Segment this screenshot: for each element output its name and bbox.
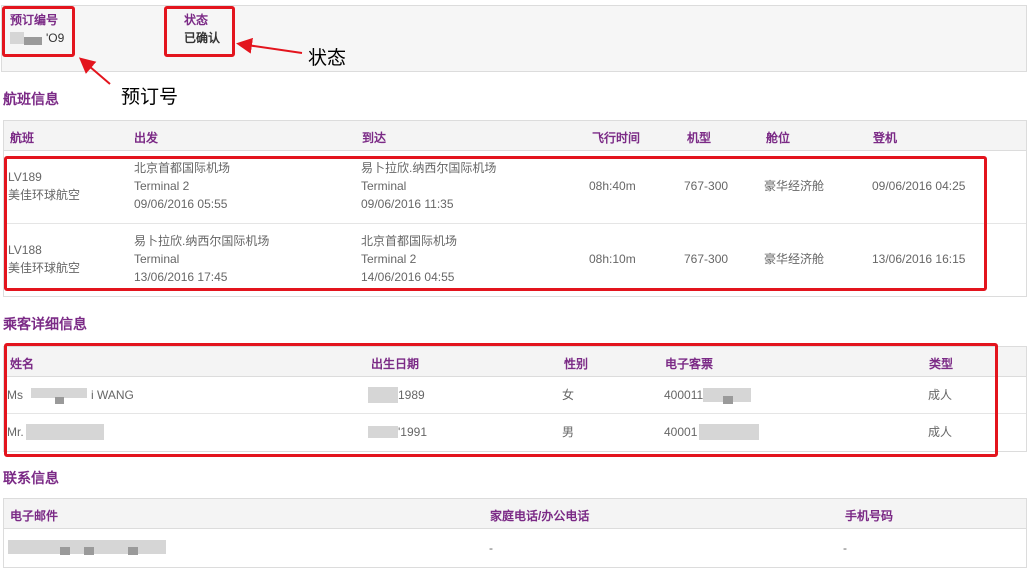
passenger-type: 成人 <box>928 388 953 402</box>
aircraft-type: 767-300 <box>684 179 729 193</box>
aircraft-type: 767-300 <box>684 252 729 266</box>
redacted-block <box>368 387 398 403</box>
arrival-airport: 易卜拉欣.纳西尔国际机场 <box>361 161 497 175</box>
booking-ref-block: 预订编号 'O9 <box>10 12 64 48</box>
ref-annotation: 预订号 <box>121 86 179 108</box>
redacted-ticket <box>703 386 753 404</box>
ticket-value: 40001 <box>664 425 698 439</box>
passenger-row: Ms i WANG 1989 女 400011 成人 <box>4 377 1026 414</box>
airline-name: 美佳环球航空 <box>8 188 81 202</box>
arrival-terminal: Terminal <box>361 179 407 193</box>
col-mobile: 手机号码 <box>845 509 894 523</box>
booking-ref-value-row: 'O9 <box>10 28 64 48</box>
contact-mobile: - <box>843 541 847 555</box>
name-prefix: Ms <box>7 388 23 402</box>
passenger-name: Ms i WANG <box>7 386 134 404</box>
departure-time: 13/06/2016 17:45 <box>134 270 228 284</box>
passenger-gender: 女 <box>562 388 575 402</box>
passenger-ticket: 400011 <box>664 386 753 404</box>
col-dob: 出生日期 <box>371 357 420 371</box>
redacted-ticket <box>699 424 760 440</box>
contact-email <box>8 538 168 561</box>
arrival-terminal: Terminal 2 <box>361 252 417 266</box>
passenger-type: 成人 <box>928 425 953 439</box>
booking-summary: 预订编号 'O9 状态 已确认 <box>1 5 1027 72</box>
flight-row: LV188 美佳环球航空 易卜拉欣.纳西尔国际机场 Terminal 13/06… <box>4 224 1026 296</box>
passenger-ticket: 40001 <box>664 423 760 441</box>
status-block: 状态 已确认 <box>184 12 220 48</box>
name-suffix: i WANG <box>91 388 134 402</box>
contact-table: 电子邮件 家庭电话/办公电话 手机号码 - - <box>3 498 1027 568</box>
passenger-row: Mr. '1991 男 40001 成人 <box>4 414 1026 451</box>
col-arrive: 到达 <box>362 131 387 145</box>
airline-name: 美佳环球航空 <box>8 261 81 275</box>
col-home-phone: 家庭电话/办公电话 <box>490 509 590 523</box>
booking-ref-value: 'O9 <box>46 31 65 45</box>
passenger-section-title: 乘客详细信息 <box>3 316 87 332</box>
flight-table: 航班 出发 到达 飞行时间 机型 舱位 登机 LV189 美佳环球航空 北京首都… <box>3 120 1027 297</box>
status-annotation: 状态 <box>308 47 347 69</box>
col-flight: 航班 <box>10 131 35 145</box>
col-ticket: 电子客票 <box>665 357 714 371</box>
passenger-name: Mr. <box>7 423 104 441</box>
contact-row: - - <box>4 529 1026 567</box>
passenger-table: 姓名 出生日期 性别 电子客票 类型 Ms i WANG 1989 女 4000… <box>3 346 1027 452</box>
boarding-time: 13/06/2016 16:15 <box>872 252 966 266</box>
status-label: 状态 <box>184 13 209 27</box>
flight-duration: 08h:40m <box>589 179 636 193</box>
departure-airport: 北京首都国际机场 <box>134 161 231 175</box>
dob-value: 1989 <box>398 388 425 402</box>
flight-table-header: 航班 出发 到达 飞行时间 机型 舱位 登机 <box>4 121 1026 151</box>
arrival-time: 09/06/2016 11:35 <box>361 197 454 211</box>
departure-terminal: Terminal 2 <box>134 179 190 193</box>
redacted-block <box>24 37 42 45</box>
passenger-dob: 1989 <box>368 386 425 404</box>
ticket-value: 400011 <box>664 388 704 402</box>
flight-section-title: 航班信息 <box>3 91 59 107</box>
contact-table-header: 电子邮件 家庭电话/办公电话 手机号码 <box>4 499 1026 529</box>
name-prefix: Mr. <box>7 425 24 439</box>
flight-number: LV189 <box>8 170 42 184</box>
departure-terminal: Terminal <box>134 252 180 266</box>
passenger-table-header: 姓名 出生日期 性别 电子客票 类型 <box>4 347 1026 377</box>
flight-row: LV189 美佳环球航空 北京首都国际机场 Terminal 2 09/06/2… <box>4 151 1026 224</box>
status-value: 已确认 <box>184 31 221 45</box>
col-name: 姓名 <box>10 357 35 371</box>
arrival-time: 14/06/2016 04:55 <box>361 270 455 284</box>
redacted-email <box>8 538 168 556</box>
col-email: 电子邮件 <box>10 509 59 523</box>
cabin-class: 豪华经济舱 <box>764 179 825 193</box>
col-depart: 出发 <box>134 131 159 145</box>
passenger-dob: '1991 <box>368 423 427 441</box>
contact-home-phone: - <box>489 541 493 555</box>
arrival-airport: 北京首都国际机场 <box>361 234 458 248</box>
redacted-block <box>368 426 398 438</box>
boarding-time: 09/06/2016 04:25 <box>872 179 966 193</box>
col-type: 类型 <box>929 357 954 371</box>
flight-number: LV188 <box>8 243 42 257</box>
booking-ref-label: 预订编号 <box>10 13 59 27</box>
departure-time: 09/06/2016 05:55 <box>134 197 228 211</box>
cabin-class: 豪华经济舱 <box>764 252 825 266</box>
col-boarding: 登机 <box>873 131 898 145</box>
col-duration: 飞行时间 <box>592 131 641 145</box>
flight-duration: 08h:10m <box>589 252 636 266</box>
redacted-block <box>10 32 24 44</box>
col-gender: 性别 <box>564 357 589 371</box>
col-cabin: 舱位 <box>766 131 791 145</box>
passenger-gender: 男 <box>562 425 575 439</box>
col-aircraft: 机型 <box>687 131 712 145</box>
departure-airport: 易卜拉欣.纳西尔国际机场 <box>134 234 270 248</box>
redacted-name <box>25 424 104 440</box>
contact-section-title: 联系信息 <box>3 470 59 486</box>
redacted-name <box>31 386 91 404</box>
dob-value: '1991 <box>398 425 427 439</box>
